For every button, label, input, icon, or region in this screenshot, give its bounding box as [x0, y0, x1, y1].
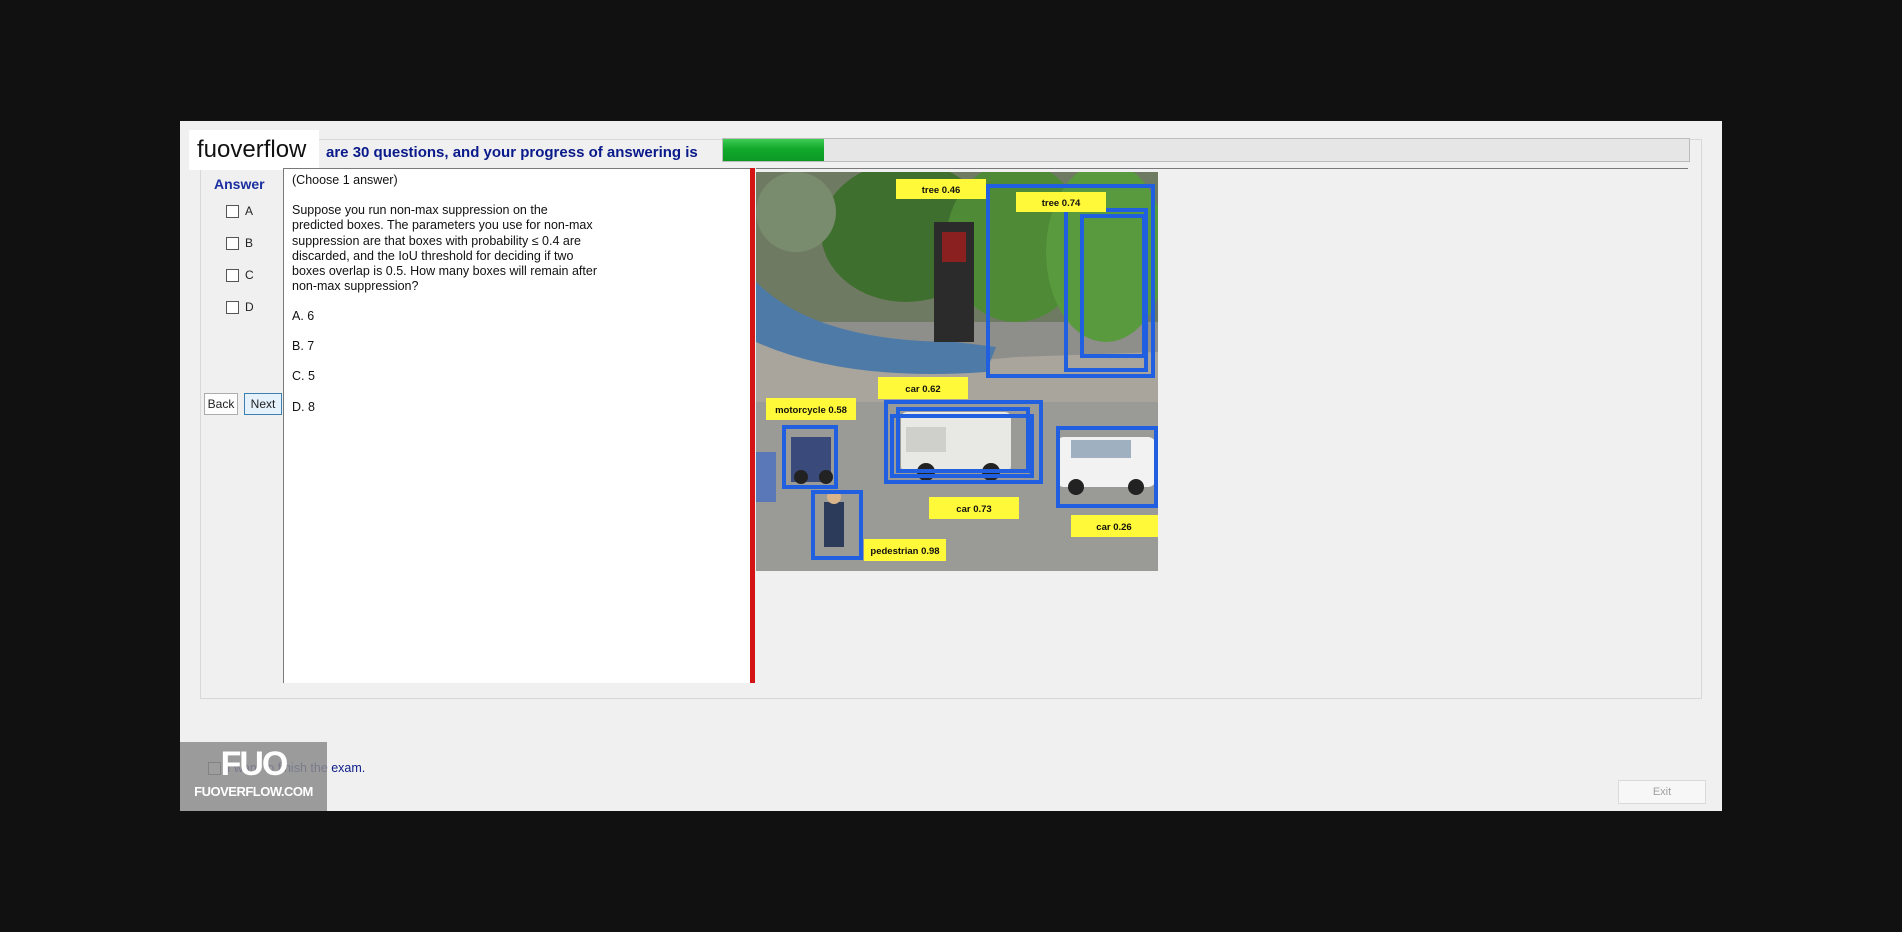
label-motorcycle: motorcycle 0.58 [775, 405, 847, 416]
choice-d-checkbox[interactable] [226, 300, 239, 314]
choice-c-label: C [245, 268, 254, 282]
watermark-logo: FUO [220, 745, 289, 783]
image-area: tree 0.46 tree 0.74 car 0.62 motorcycle … [756, 168, 1688, 683]
exit-button[interactable]: Exit [1618, 780, 1706, 804]
back-button[interactable]: Back [204, 393, 238, 415]
question-text: Suppose you run non-max suppression on t… [292, 203, 597, 294]
choice-a-label: A [245, 204, 254, 218]
watermark-url: FUOVERFLOW.COM [194, 784, 313, 799]
label-car-2: car 0.73 [956, 504, 991, 515]
option-c: C. 5 [292, 369, 315, 383]
choice-c-checkbox[interactable] [226, 268, 239, 282]
exam-window: are 30 questions, and your progress of a… [180, 121, 1722, 811]
panel-splitter[interactable] [750, 168, 755, 683]
label-car-1: car 0.62 [905, 384, 940, 395]
option-b: B. 7 [292, 339, 315, 353]
label-pedestrian: pedestrian 0.98 [870, 546, 939, 557]
label-car-3: car 0.26 [1096, 522, 1131, 533]
choice-b-label: B [245, 236, 254, 250]
progress-caption: are 30 questions, and your progress of a… [326, 144, 698, 161]
label-tree-1: tree 0.46 [922, 185, 961, 196]
choice-b[interactable]: B [226, 236, 253, 250]
next-button[interactable]: Next [244, 393, 282, 415]
question-instruction: (Choose 1 answer) [292, 173, 398, 187]
detection-image: tree 0.46 tree 0.74 car 0.62 motorcycle … [756, 172, 1158, 571]
choice-a[interactable]: A [226, 204, 253, 218]
choice-c[interactable]: C [226, 268, 254, 282]
detection-scene: tree 0.46 tree 0.74 car 0.62 motorcycle … [756, 172, 1158, 571]
fuoverflow-logo: fuoverflow [189, 130, 319, 170]
choice-d[interactable]: D [226, 300, 254, 314]
option-d: D. 8 [292, 400, 315, 414]
choice-a-checkbox[interactable] [226, 204, 239, 218]
choice-d-label: D [245, 300, 254, 314]
question-panel: (Choose 1 answer) Suppose you run non-ma… [283, 168, 754, 683]
progress-bar-fill [723, 139, 825, 161]
label-tree-2: tree 0.74 [1042, 198, 1081, 209]
choice-b-checkbox[interactable] [226, 236, 239, 250]
progress-bar [722, 138, 1690, 162]
answer-label: Answer [214, 176, 265, 192]
option-a: A. 6 [292, 309, 315, 323]
fuoverflow-watermark: FUO FUOVERFLOW.COM [180, 742, 327, 811]
